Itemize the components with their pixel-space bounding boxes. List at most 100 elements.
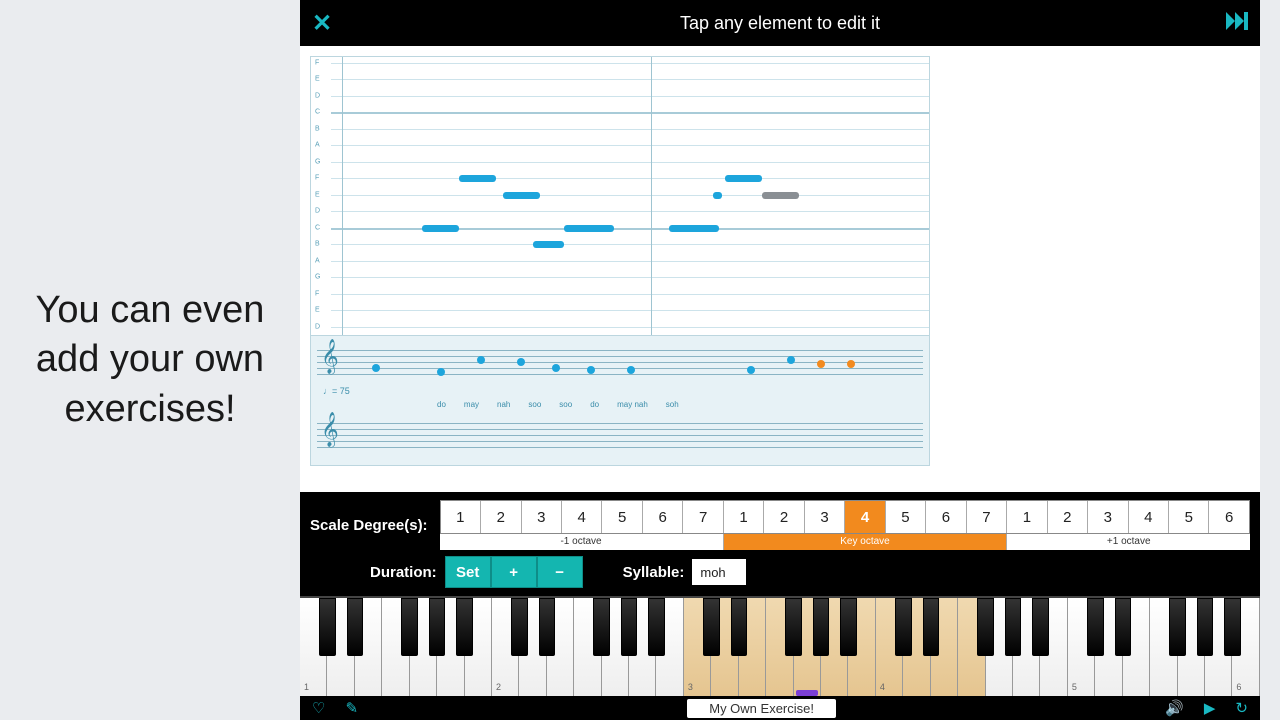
scale-degree-row: Scale Degree(s): 12345671234567123456 -1… — [310, 500, 1250, 550]
scale-degree-cell[interactable]: 5 — [602, 501, 642, 533]
scale-degree-label: Scale Degree(s): — [310, 517, 428, 534]
pitch-label: E — [315, 191, 320, 198]
black-key[interactable] — [621, 598, 637, 656]
pitch-label: G — [315, 274, 320, 281]
scale-degree-cell[interactable]: 7 — [683, 501, 723, 533]
piano-playhead[interactable] — [796, 690, 818, 696]
melody-note[interactable] — [713, 192, 722, 199]
black-key[interactable] — [1169, 598, 1185, 656]
melody-note[interactable] — [422, 225, 459, 232]
pitch-label: G — [315, 158, 320, 165]
volume-icon[interactable]: 🔊 — [1165, 699, 1184, 717]
staff-syllables: domaynahsoosoodomay nahsoh — [317, 400, 923, 409]
black-key[interactable] — [347, 598, 363, 656]
pitch-label: E — [315, 76, 320, 83]
black-key[interactable] — [923, 598, 939, 656]
scale-degree-cell[interactable]: 6 — [1209, 501, 1248, 533]
black-key[interactable] — [895, 598, 911, 656]
pitch-label: F — [315, 290, 319, 297]
black-key[interactable] — [429, 598, 445, 656]
black-key[interactable] — [977, 598, 993, 656]
scale-degree-cell[interactable]: 7 — [967, 501, 1007, 533]
staff-upper: 𝄞 — [317, 342, 923, 382]
pitch-label: B — [315, 125, 320, 132]
melody-note[interactable] — [564, 225, 613, 232]
octave-key-label: Key octave — [724, 534, 1008, 550]
black-key[interactable] — [648, 598, 664, 656]
pitch-label: B — [315, 241, 320, 248]
scale-degree-cell[interactable]: 6 — [643, 501, 683, 533]
black-key[interactable] — [1032, 598, 1048, 656]
black-key[interactable] — [1005, 598, 1021, 656]
scale-degree-cell[interactable]: 2 — [764, 501, 804, 533]
melody-note[interactable] — [669, 225, 718, 232]
black-key[interactable] — [456, 598, 472, 656]
scale-degree-cell[interactable]: 3 — [805, 501, 845, 533]
melody-note[interactable] — [533, 241, 564, 248]
black-key[interactable] — [785, 598, 801, 656]
controls-bar: Scale Degree(s): 12345671234567123456 -1… — [300, 492, 1260, 596]
bottom-bar: ♡ ✎ My Own Exercise! 🔊 ▶ ↻ — [300, 696, 1260, 720]
tempo-mark: ♩= 75 — [323, 386, 923, 396]
close-button[interactable]: ✕ — [312, 9, 342, 38]
staff-lower: 𝄞 — [317, 415, 923, 455]
scale-degree-cell[interactable]: 3 — [1088, 501, 1128, 533]
titlebar: ✕ Tap any element to edit it — [300, 0, 1260, 46]
skip-forward-icon[interactable] — [1218, 12, 1248, 35]
favorite-icon[interactable]: ♡ — [312, 699, 325, 717]
black-key[interactable] — [319, 598, 335, 656]
black-key[interactable] — [731, 598, 747, 656]
scale-degree-cell[interactable]: 4 — [562, 501, 602, 533]
play-icon[interactable]: ▶ — [1204, 699, 1216, 717]
black-key[interactable] — [401, 598, 417, 656]
black-key[interactable] — [1087, 598, 1103, 656]
melody-note[interactable] — [762, 192, 799, 199]
scale-degree-cell[interactable]: 3 — [522, 501, 562, 533]
octave-labels: -1 octave Key octave +1 octave — [440, 534, 1250, 550]
syllable-input[interactable] — [692, 559, 746, 585]
scale-degree-cell[interactable]: 5 — [886, 501, 926, 533]
black-key[interactable] — [840, 598, 856, 656]
editor-area: FEDCBAGFEDCBAGFED 𝄞 ♩= 75 domaynahsoosoo… — [300, 46, 1260, 492]
scale-degree-cell[interactable]: 4 — [1129, 501, 1169, 533]
octave-plus-label: +1 octave — [1007, 534, 1250, 550]
duration-minus-button[interactable]: − — [537, 556, 583, 588]
black-key[interactable] — [1224, 598, 1240, 656]
scale-degree-cell[interactable]: 6 — [926, 501, 966, 533]
exercise-title[interactable]: My Own Exercise! — [687, 699, 836, 718]
black-key[interactable] — [593, 598, 609, 656]
scale-degree-cell[interactable]: 2 — [481, 501, 521, 533]
black-key[interactable] — [1115, 598, 1131, 656]
black-key[interactable] — [813, 598, 829, 656]
scale-degree-cell[interactable]: 2 — [1048, 501, 1088, 533]
black-key[interactable] — [539, 598, 555, 656]
black-key[interactable] — [703, 598, 719, 656]
scale-degree-cell[interactable]: 1 — [1007, 501, 1047, 533]
pitch-label: D — [315, 92, 320, 99]
black-key[interactable] — [511, 598, 527, 656]
pitch-label: C — [315, 224, 320, 231]
pitch-label: A — [315, 257, 320, 264]
black-key[interactable] — [1197, 598, 1213, 656]
pitch-label: D — [315, 208, 320, 215]
edit-icon[interactable]: ✎ — [345, 699, 358, 717]
scale-degree-cell[interactable]: 1 — [724, 501, 764, 533]
piano-keyboard[interactable]: 123456 — [300, 596, 1260, 696]
duration-set-button[interactable]: Set — [445, 556, 491, 588]
melody-note[interactable] — [503, 192, 540, 199]
melody-note[interactable] — [725, 175, 762, 182]
pitch-chart[interactable]: FEDCBAGFEDCBAGFED — [310, 56, 930, 336]
pitch-label: F — [315, 60, 319, 67]
scale-degree-cell[interactable]: 5 — [1169, 501, 1209, 533]
promo-text: You can even add your own exercises! — [20, 286, 280, 434]
melody-note[interactable] — [459, 175, 496, 182]
scale-degree-cell[interactable]: 4 — [845, 501, 885, 533]
staff-area[interactable]: 𝄞 ♩= 75 domaynahsoosoodomay nahsoh 𝄞 — [310, 336, 930, 466]
duration-plus-button[interactable]: + — [491, 556, 537, 588]
pitch-label: D — [315, 323, 320, 330]
scale-degree-cell[interactable]: 1 — [441, 501, 481, 533]
pitch-label: E — [315, 307, 320, 314]
octave-minus-label: -1 octave — [440, 534, 724, 550]
titlebar-title: Tap any element to edit it — [342, 13, 1218, 34]
loop-icon[interactable]: ↻ — [1235, 699, 1248, 717]
